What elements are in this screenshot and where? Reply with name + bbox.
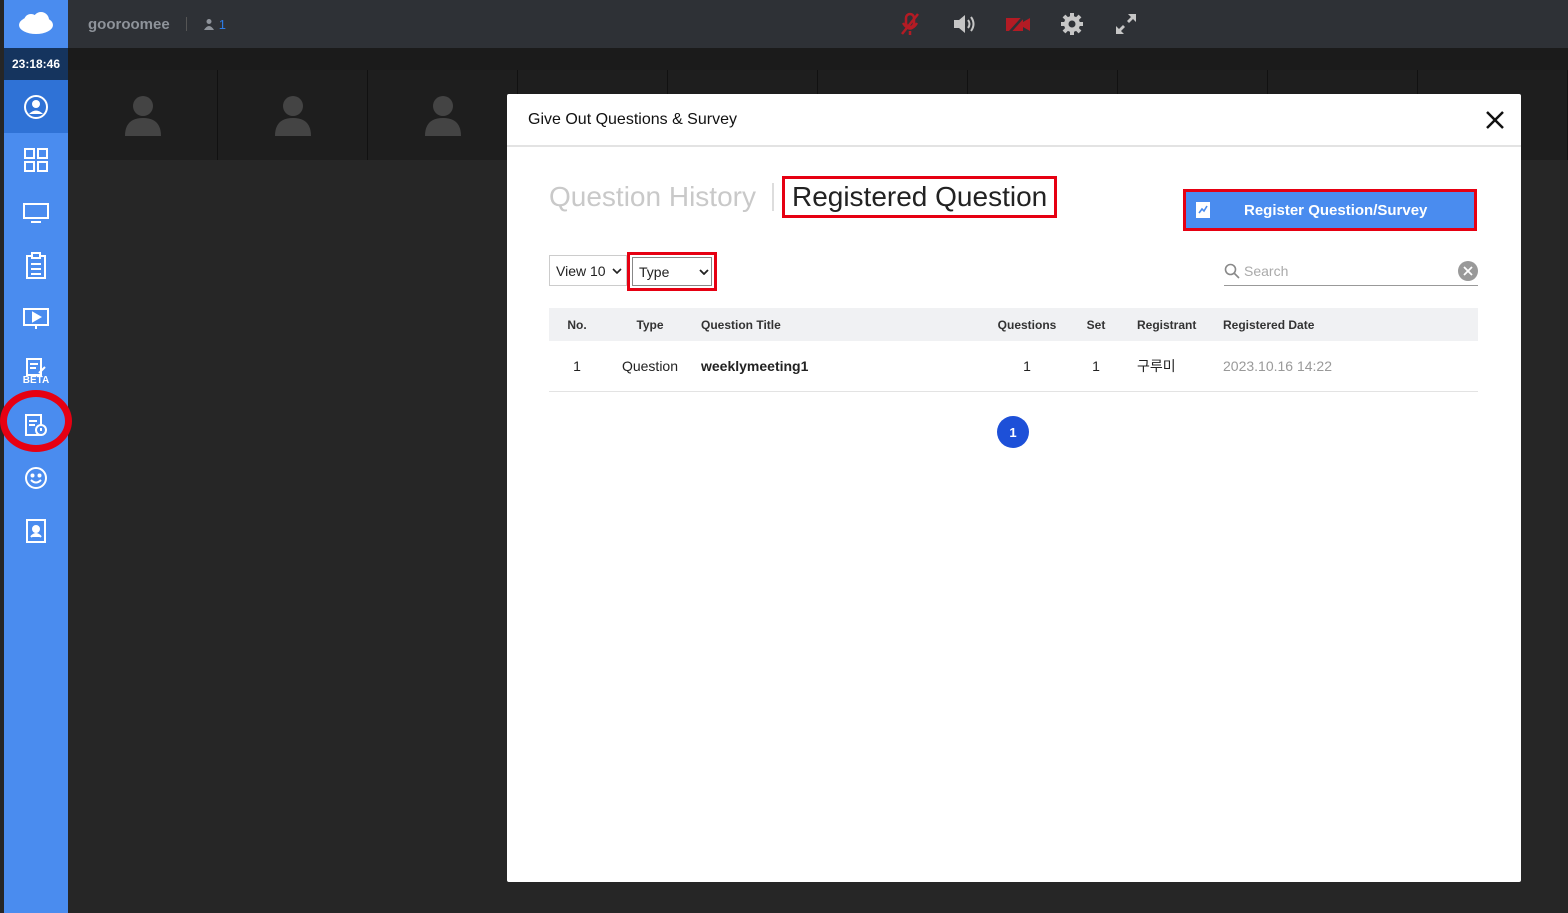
fullscreen-icon[interactable]	[1110, 8, 1142, 40]
brand-name: gooroomee	[88, 15, 170, 33]
search-input[interactable]: Search	[1244, 263, 1458, 279]
view-count-select[interactable]: View 10	[549, 255, 627, 286]
column-header-set: Set	[1086, 317, 1106, 332]
row-date: 2023.10.16 14:22	[1223, 341, 1478, 392]
person-icon	[203, 19, 214, 30]
mic-muted-icon[interactable]	[894, 8, 926, 40]
participant-count-value: 1	[218, 16, 226, 32]
sidebar-item-emoji[interactable]	[4, 451, 68, 504]
row-title[interactable]: weeklymeeting1	[695, 341, 985, 392]
sidebar-item-screen[interactable]	[4, 186, 68, 239]
beta-badge: BETA	[22, 375, 50, 386]
participant-tile[interactable]	[68, 70, 218, 160]
media-controls	[894, 8, 1142, 40]
register-question-survey-button[interactable]: Register Question/Survey	[1183, 189, 1477, 231]
type-filter-value: Type	[639, 263, 670, 280]
sidebar: 23:18:46 BETA	[4, 0, 68, 913]
sidebar-item-layout[interactable]	[4, 133, 68, 186]
app-root: 23:18:46 BETA gooroomee 1 Give Out Quest…	[0, 0, 1568, 913]
question-survey-modal: Give Out Questions & Survey Question His…	[507, 94, 1521, 882]
modal-tabs: Question History Registered Question	[549, 176, 1058, 218]
screen-share-icon	[23, 202, 49, 223]
search-field[interactable]: Search	[1224, 256, 1478, 286]
participant-tile[interactable]	[368, 70, 518, 160]
pagination-page-1[interactable]: 1	[997, 416, 1029, 448]
column-header-date: Registered Date	[1223, 317, 1315, 332]
document-chart-icon	[1196, 202, 1210, 218]
profile-icon	[24, 94, 48, 119]
modal-title: Give Out Questions & Survey	[528, 110, 737, 128]
table-header-row: No. Type Question Title Questions Set Re…	[549, 308, 1478, 341]
tab-divider	[771, 183, 774, 211]
column-header-title: Question Title	[701, 317, 781, 332]
divider	[185, 17, 187, 31]
row-set: 1	[1069, 341, 1123, 392]
sidebar-item-clipboard[interactable]	[4, 239, 68, 292]
sidebar-item-contacts[interactable]	[4, 504, 68, 557]
row-questions: 1	[985, 341, 1069, 392]
logo-cloud-icon[interactable]	[4, 0, 68, 48]
meeting-clock: 23:18:46	[4, 48, 68, 80]
participant-tile[interactable]	[218, 70, 368, 160]
sidebar-item-presentation[interactable]	[4, 292, 68, 345]
row-no: 1	[549, 341, 605, 392]
type-filter-highlight: Type	[627, 252, 717, 291]
grid-layout-icon	[24, 147, 48, 172]
sidebar-item-profile[interactable]	[4, 80, 68, 133]
view-count-value: View 10	[556, 262, 606, 279]
camera-off-icon[interactable]	[1002, 8, 1034, 40]
tab-question-history[interactable]: Question History	[549, 181, 756, 213]
avatar-placeholder-icon	[274, 96, 311, 136]
column-header-questions: Questions	[997, 317, 1057, 332]
video-strip-header	[68, 48, 1568, 70]
clipboard-icon	[26, 251, 46, 279]
settings-icon[interactable]	[1056, 8, 1088, 40]
contact-card-icon	[26, 518, 46, 543]
tab-registered-question[interactable]: Registered Question	[781, 176, 1058, 218]
column-header-no: No.	[567, 317, 587, 332]
type-filter-select[interactable]: Type	[632, 257, 712, 286]
row-type: Question	[605, 341, 695, 392]
chevron-down-icon	[699, 268, 709, 275]
close-icon[interactable]	[1483, 108, 1507, 132]
clear-search-icon[interactable]	[1458, 260, 1478, 281]
column-header-registrant: Registrant	[1137, 317, 1197, 332]
register-button-label: Register Question/Survey	[1244, 201, 1428, 219]
search-icon	[1224, 263, 1240, 279]
emoji-icon	[25, 466, 47, 489]
avatar-placeholder-icon	[424, 96, 461, 136]
row-registrant: 구루미	[1123, 341, 1223, 392]
avatar-placeholder-icon	[124, 96, 161, 136]
chevron-down-icon	[611, 267, 622, 274]
note-edit-icon	[26, 358, 46, 376]
presentation-icon	[23, 307, 49, 329]
highlight-circle-annotation	[0, 390, 72, 452]
topbar: gooroomee 1	[68, 0, 1568, 48]
participant-count[interactable]: 1	[203, 17, 226, 32]
speaker-icon[interactable]	[948, 8, 980, 40]
table-row[interactable]: 1 Question weeklymeeting1 1 1 구루미 2023.1…	[549, 341, 1478, 392]
registered-question-table: No. Type Question Title Questions Set Re…	[549, 308, 1478, 392]
column-header-type: Type	[636, 317, 664, 332]
modal-header: Give Out Questions & Survey	[507, 94, 1521, 147]
